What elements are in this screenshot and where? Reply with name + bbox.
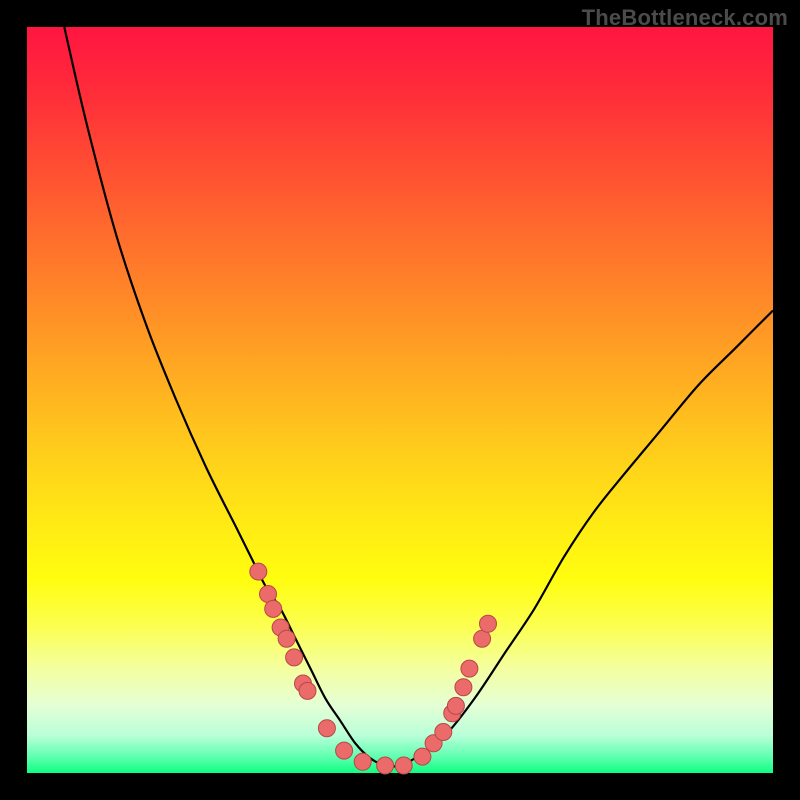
sample-dot: [414, 748, 431, 765]
chart-frame: TheBottleneck.com: [0, 0, 800, 800]
sample-dot: [278, 630, 295, 647]
attribution-label: TheBottleneck.com: [582, 5, 788, 31]
sample-dot: [250, 563, 267, 580]
curve-layer: [27, 27, 773, 773]
sample-dot: [354, 753, 371, 770]
sample-dot: [336, 742, 353, 759]
sample-dot: [299, 682, 316, 699]
sample-dot: [265, 600, 282, 617]
sample-dot: [480, 615, 497, 632]
sample-dot: [435, 724, 452, 741]
sample-dot: [447, 697, 464, 714]
sample-dot: [377, 757, 394, 774]
sample-dots: [250, 563, 497, 774]
bottleneck-curve: [64, 27, 773, 766]
sample-dot: [286, 649, 303, 666]
sample-dot: [318, 720, 335, 737]
sample-dot: [395, 757, 412, 774]
sample-dot: [455, 679, 472, 696]
plot-area: [27, 27, 773, 773]
sample-dot: [461, 660, 478, 677]
